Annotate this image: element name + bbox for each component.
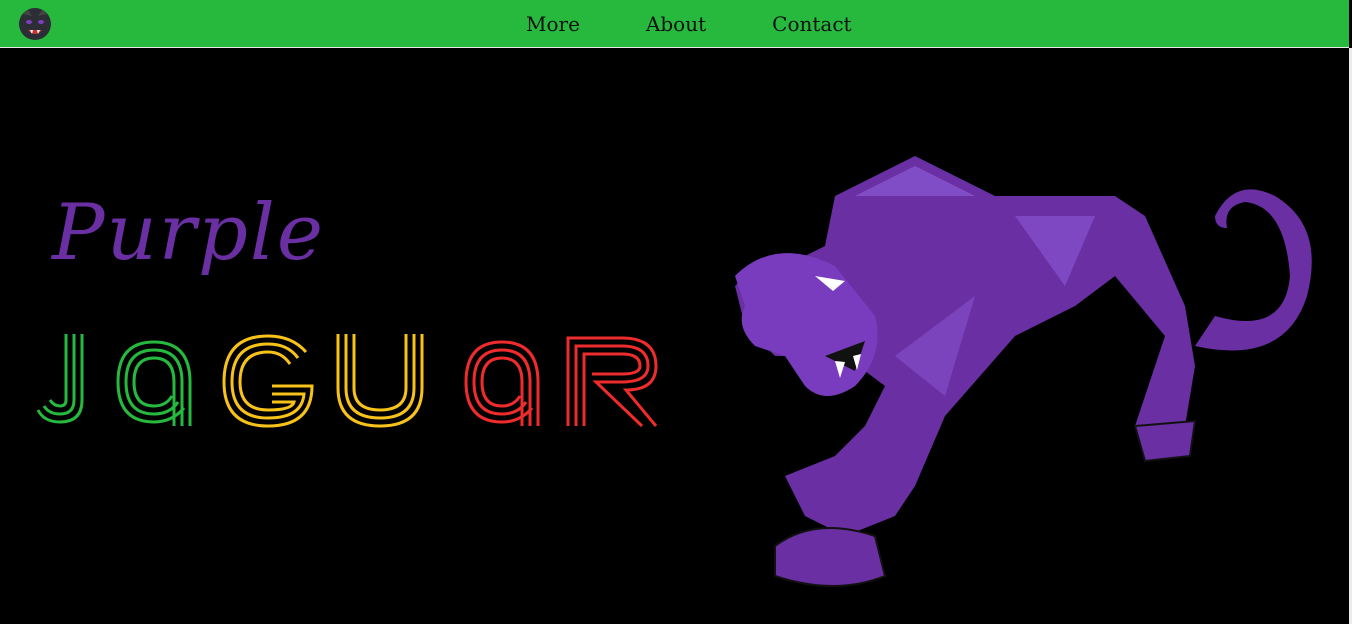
nav-links: More About Contact [526, 0, 852, 47]
jaguar-illustration [735, 156, 1312, 587]
jaguar-letter-r [566, 336, 658, 428]
nav-link-contact[interactable]: Contact [772, 12, 851, 36]
hero-title-jaguar [36, 334, 658, 428]
top-navbar: More About Contact [0, 0, 1349, 48]
nav-link-more[interactable]: More [526, 12, 580, 36]
panther-logo-icon[interactable] [16, 6, 54, 42]
jaguar-letter-j [36, 334, 84, 424]
hero-title-purple: Purple [52, 188, 326, 278]
jaguar-letter-a1 [116, 340, 192, 426]
jaguar-letter-a2 [464, 340, 540, 426]
jaguar-letter-u [336, 334, 424, 428]
hero-section: Purple [0, 48, 1349, 624]
jaguar-letter-g [222, 334, 314, 428]
nav-link-about[interactable]: About [646, 12, 706, 36]
